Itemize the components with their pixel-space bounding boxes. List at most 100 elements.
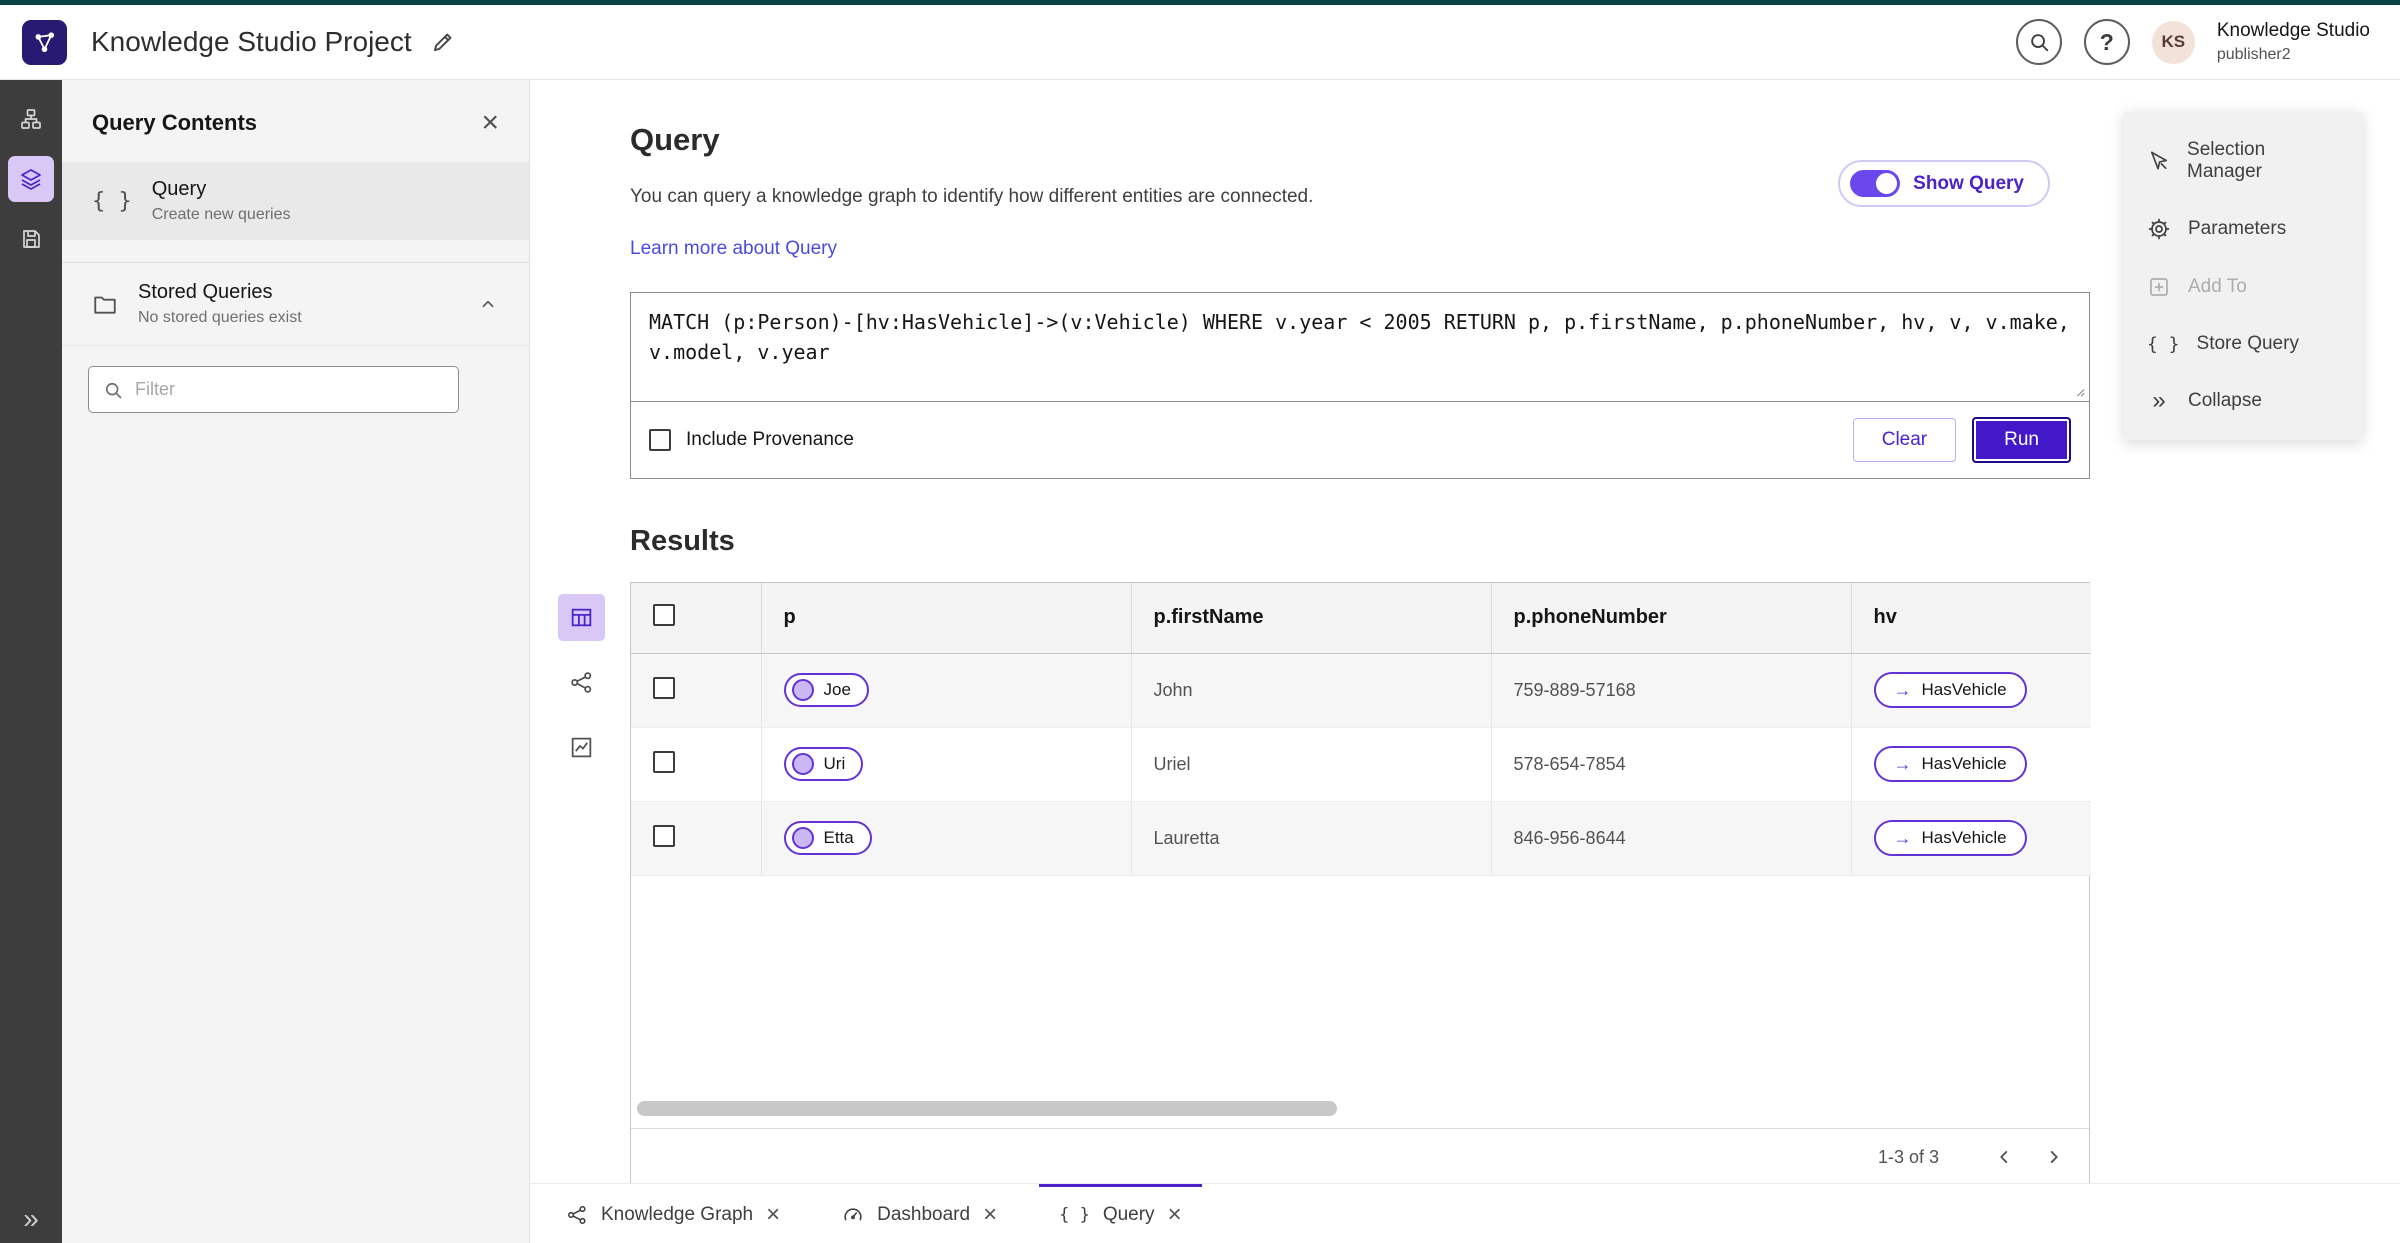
select-all-checkbox[interactable] xyxy=(653,603,675,626)
results-title: Results xyxy=(630,525,735,557)
account-block: Knowledge Studio publisher2 xyxy=(2217,20,2370,65)
store-query-label: Store Query xyxy=(2196,333,2299,354)
filter-search-icon xyxy=(105,382,122,398)
node-dot-icon xyxy=(791,827,814,849)
query-editor-footer: Include Provenance Clear Run xyxy=(631,402,2089,478)
add-to-label: Add To xyxy=(2188,276,2247,297)
table-row: Joe John 759-889-57168 → HasVehicle xyxy=(631,653,2091,728)
cell-phone: 578-654-7854 xyxy=(1490,727,1851,802)
table-view-button[interactable] xyxy=(558,594,605,641)
graph-view-button[interactable] xyxy=(558,659,605,706)
edit-title-button[interactable] xyxy=(430,29,456,55)
scrollbar-thumb[interactable] xyxy=(637,1100,1337,1116)
app-logo[interactable] xyxy=(22,19,67,65)
column-header-hv[interactable]: hv xyxy=(1850,583,2091,654)
rail-layers-button[interactable] xyxy=(8,156,54,202)
column-header-phone[interactable]: p.phoneNumber xyxy=(1490,583,1851,654)
include-provenance-option[interactable]: Include Provenance xyxy=(649,429,854,451)
toggle-knob xyxy=(1876,173,1898,194)
filter-field[interactable] xyxy=(88,366,459,413)
row-checkbox[interactable] xyxy=(653,676,675,699)
tab-knowledge-graph[interactable]: Knowledge Graph × xyxy=(546,1184,800,1243)
node-pill[interactable]: Uri xyxy=(783,747,864,781)
chart-view-icon xyxy=(571,737,592,758)
cell-phone: 846-956-8644 xyxy=(1490,801,1851,876)
row-checkbox[interactable] xyxy=(653,750,675,773)
query-item-subtitle: Create new queries xyxy=(151,206,291,223)
folder-icon xyxy=(94,296,116,314)
chart-view-button[interactable] xyxy=(558,724,605,771)
project-title: Knowledge Studio Project xyxy=(91,26,412,57)
resize-handle-icon[interactable] xyxy=(2068,380,2086,398)
horizontal-scrollbar[interactable] xyxy=(637,1100,2083,1116)
expand-rail-button[interactable]: » xyxy=(0,1205,62,1233)
results-table-card: p p.firstName p.phoneNumber hv Joe John xyxy=(630,582,2091,1183)
cell-first-name: John xyxy=(1130,653,1491,728)
document-tab-bar: Knowledge Graph × Dashboard × { } Query … xyxy=(530,1183,2400,1243)
stored-queries-title: Stored Queries xyxy=(138,281,273,303)
edge-pill[interactable]: → HasVehicle xyxy=(1873,820,2027,856)
tab-query[interactable]: { } Query × xyxy=(1039,1184,1202,1243)
run-button[interactable]: Run xyxy=(1972,417,2071,463)
rail-save-button[interactable] xyxy=(8,216,54,262)
edge-pill[interactable]: → HasVehicle xyxy=(1873,746,2027,782)
chevron-left-icon xyxy=(2000,1151,2008,1163)
selection-manager-item[interactable]: Selection Manager xyxy=(2124,122,2362,200)
chevron-up-icon xyxy=(482,300,494,308)
avatar[interactable]: KS xyxy=(2151,20,2195,64)
query-item-text: Query Create new queries xyxy=(152,178,291,224)
close-icon[interactable]: × xyxy=(766,1203,780,1227)
node-dot-icon xyxy=(791,753,814,775)
prev-page-button[interactable] xyxy=(1983,1136,2025,1178)
table-row: Uri Uriel 578-654-7854 → HasVehicle xyxy=(631,727,2091,802)
braces-icon: { } xyxy=(1059,1205,1090,1225)
close-icon[interactable]: × xyxy=(1168,1203,1182,1227)
include-provenance-checkbox[interactable] xyxy=(649,429,671,451)
collapse-item[interactable]: » Collapse xyxy=(2124,372,2362,430)
chevron-right-icon xyxy=(2050,1151,2058,1163)
table-empty-area xyxy=(631,876,2089,1101)
stored-queries-header[interactable]: Stored Queries No stored queries exist xyxy=(62,262,529,346)
account-user: publisher2 xyxy=(2216,46,2291,64)
column-header-p[interactable]: p xyxy=(760,583,1131,654)
results-view-switcher xyxy=(558,594,605,771)
panel-header: Query Contents × xyxy=(62,80,529,162)
selection-manager-icon xyxy=(2150,151,2167,170)
query-editor[interactable]: MATCH (p:Person)-[hv:HasVehicle]->(v:Veh… xyxy=(631,293,2089,401)
include-provenance-label: Include Provenance xyxy=(686,429,854,450)
show-query-toggle[interactable]: Show Query xyxy=(1838,160,2050,207)
pagination-range: 1-3 of 3 xyxy=(1877,1146,1939,1167)
cell-phone: 759-889-57168 xyxy=(1490,653,1851,728)
close-icon[interactable]: × xyxy=(983,1203,997,1227)
tab-dashboard[interactable]: Dashboard × xyxy=(822,1184,1017,1243)
help-button[interactable]: ? xyxy=(2083,19,2130,65)
graph-view-icon xyxy=(571,672,592,693)
cell-first-name: Uriel xyxy=(1130,727,1491,802)
close-panel-button[interactable]: × xyxy=(481,108,499,138)
node-dot-icon xyxy=(791,679,814,701)
cell-first-name: Lauretta xyxy=(1130,801,1491,876)
layers-icon xyxy=(21,169,41,190)
edge-label: HasVehicle xyxy=(1921,680,2007,699)
node-pill[interactable]: Joe xyxy=(783,673,869,707)
tab-label: Dashboard xyxy=(877,1204,971,1225)
clear-button[interactable]: Clear xyxy=(1852,418,1957,462)
query-item-title: Query xyxy=(151,178,207,200)
next-page-button[interactable] xyxy=(2033,1136,2075,1178)
column-header-firstname[interactable]: p.firstName xyxy=(1130,583,1491,654)
search-button[interactable] xyxy=(2015,19,2062,65)
node-pill[interactable]: Etta xyxy=(783,821,872,855)
query-list-item[interactable]: { } Query Create new queries xyxy=(62,162,529,240)
hierarchy-icon xyxy=(21,109,41,129)
toggle-switch[interactable] xyxy=(1850,170,1901,197)
rail-hierarchy-button[interactable] xyxy=(8,96,54,142)
edge-pill[interactable]: → HasVehicle xyxy=(1873,672,2027,708)
store-query-item[interactable]: { } Store Query xyxy=(2124,316,2362,372)
parameters-item[interactable]: Parameters xyxy=(2124,200,2362,258)
table-header-row: p p.firstName p.phoneNumber hv xyxy=(631,583,2091,654)
row-checkbox[interactable] xyxy=(653,824,675,847)
learn-more-link[interactable]: Learn more about Query xyxy=(630,238,837,260)
account-name: Knowledge Studio xyxy=(2216,19,2370,41)
knowledge-graph-icon xyxy=(567,1205,586,1225)
filter-input[interactable] xyxy=(135,379,444,400)
